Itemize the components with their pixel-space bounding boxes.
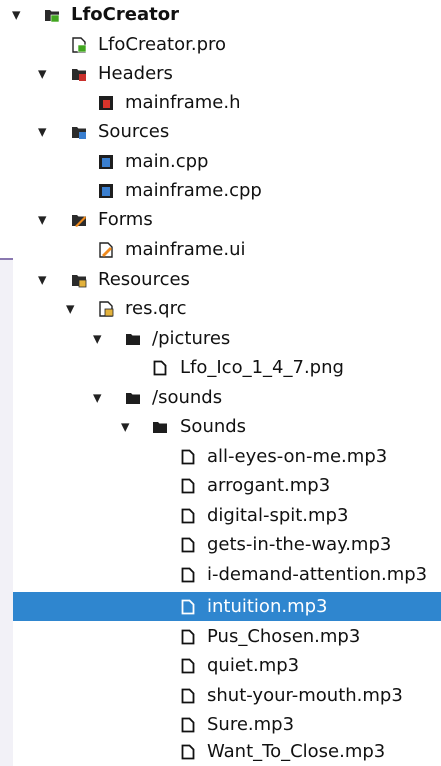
tree-item-mp3-file[interactable]: i-demand-attention.mp3 [0, 560, 441, 589]
expand-arrow-icon[interactable]: ▼ [38, 214, 46, 225]
file-icon [153, 360, 167, 375]
tree-item-label: mainframe.ui [125, 238, 246, 260]
qt-project-folder-icon [45, 9, 60, 22]
tree-item-label: gets-in-the-way.mp3 [207, 533, 392, 555]
tree-item-label: /pictures [152, 327, 231, 349]
tree-item-mp3-file[interactable]: Pus_Chosen.mp3 [0, 622, 441, 651]
tree-item-mp3-file[interactable]: all-eyes-on-me.mp3 [0, 442, 441, 471]
folder-icon [126, 333, 140, 345]
tree-item-sounds-prefix[interactable]: ▼ /sounds [0, 383, 441, 412]
expand-arrow-icon[interactable]: ▼ [12, 9, 20, 20]
tree-item-pictures[interactable]: ▼ /pictures [0, 324, 441, 353]
tree-item-label: Sources [98, 120, 170, 142]
tree-item-label: Headers [98, 62, 173, 84]
tree-item-label: main.cpp [125, 150, 209, 172]
tree-item-res-qrc[interactable]: ▼ res.qrc [0, 294, 441, 323]
tree-item-resources[interactable]: ▼ Resources [0, 265, 441, 294]
file-icon [181, 717, 195, 732]
tree-item-project-file[interactable]: LfoCreator.pro [0, 30, 441, 59]
resources-folder-icon [72, 274, 87, 287]
tree-item-mp3-file[interactable]: Sure.mp3 [0, 710, 441, 739]
ui-file-icon [99, 241, 113, 258]
expand-arrow-icon[interactable]: ▼ [121, 421, 129, 432]
header-file-icon [99, 95, 113, 110]
tree-item-label: Lfo_Ico_1_4_7.png [180, 356, 344, 378]
tree-item-forms[interactable]: ▼ Forms [0, 205, 441, 234]
sources-folder-icon [72, 126, 86, 139]
expand-arrow-icon[interactable]: ▼ [38, 126, 46, 137]
tree-item-mp3-file[interactable]: arrogant.mp3 [0, 471, 441, 500]
folder-icon [126, 392, 140, 404]
tree-item-label: mainframe.h [125, 91, 241, 113]
expand-arrow-icon[interactable]: ▼ [38, 68, 46, 79]
tree-item-label: Pus_Chosen.mp3 [207, 625, 361, 647]
tree-item-label: LfoCreator [71, 3, 179, 25]
tree-item-label: i-demand-attention.mp3 [207, 563, 428, 585]
tree-item-mp3-file[interactable]: gets-in-the-way.mp3 [0, 530, 441, 559]
file-icon [181, 658, 195, 673]
tree-item-label: Sounds [180, 415, 247, 437]
tree-item-label: Forms [98, 208, 153, 230]
tree-item-label: shut-your-mouth.mp3 [207, 684, 403, 706]
tree-item-label: Want_To_Close.mp3 [207, 740, 386, 762]
tree-item-label: mainframe.cpp [125, 179, 262, 201]
expand-arrow-icon[interactable]: ▼ [93, 392, 101, 403]
tree-item-label: Sure.mp3 [207, 713, 295, 735]
expand-arrow-icon[interactable]: ▼ [38, 274, 46, 285]
tree-item-mp3-file[interactable]: quiet.mp3 [0, 651, 441, 680]
tree-item-label: all-eyes-on-me.mp3 [207, 445, 388, 467]
tree-item-mainframe-h[interactable]: mainframe.h [0, 88, 441, 117]
tree-item-label: arrogant.mp3 [207, 474, 331, 496]
expand-arrow-icon[interactable]: ▼ [66, 303, 74, 314]
tree-item-selected[interactable]: intuition.mp3 [13, 592, 441, 621]
cpp-file-icon [99, 154, 113, 169]
cpp-file-icon [99, 183, 113, 198]
folder-icon [153, 421, 167, 433]
tree-item-label: /sounds [152, 386, 223, 408]
tree-item-lfo-ico-png[interactable]: Lfo_Ico_1_4_7.png [0, 353, 441, 382]
tree-item-sources[interactable]: ▼ Sources [0, 117, 441, 146]
tree-item-label: Resources [98, 268, 190, 290]
project-file-icon [72, 36, 87, 53]
tree-item-mp3-file[interactable]: shut-your-mouth.mp3 [0, 681, 441, 710]
expand-arrow-icon[interactable]: ▼ [93, 333, 101, 344]
tree-item-mainframe-cpp[interactable]: mainframe.cpp [0, 176, 441, 205]
forms-folder-icon [72, 214, 86, 227]
file-icon [181, 629, 195, 644]
file-icon [181, 508, 195, 523]
file-icon [181, 744, 195, 759]
tree-item-sounds-folder[interactable]: ▼ Sounds [0, 412, 441, 441]
tree-item-mp3-file[interactable]: digital-spit.mp3 [0, 501, 441, 530]
tree-item-label: intuition.mp3 [207, 595, 328, 617]
qrc-file-icon [99, 300, 114, 317]
file-icon [181, 449, 195, 464]
file-icon [181, 567, 195, 582]
headers-folder-icon [72, 68, 86, 81]
file-icon [181, 537, 195, 552]
tree-item-label: digital-spit.mp3 [207, 504, 349, 526]
tree-item-mainframe-ui[interactable]: mainframe.ui [0, 235, 441, 264]
tree-item-headers[interactable]: ▼ Headers [0, 59, 441, 88]
file-icon [181, 599, 195, 614]
tree-item-main-cpp[interactable]: main.cpp [0, 147, 441, 176]
tree-item-lfocreator[interactable]: ▼ LfoCreator [0, 0, 441, 29]
tree-item-mp3-file[interactable]: Want_To_Close.mp3 [0, 737, 441, 766]
tree-item-label: res.qrc [125, 297, 187, 319]
file-icon [181, 688, 195, 703]
tree-item-label: LfoCreator.pro [98, 33, 227, 55]
tree-item-label: quiet.mp3 [207, 654, 300, 676]
file-icon [181, 478, 195, 493]
